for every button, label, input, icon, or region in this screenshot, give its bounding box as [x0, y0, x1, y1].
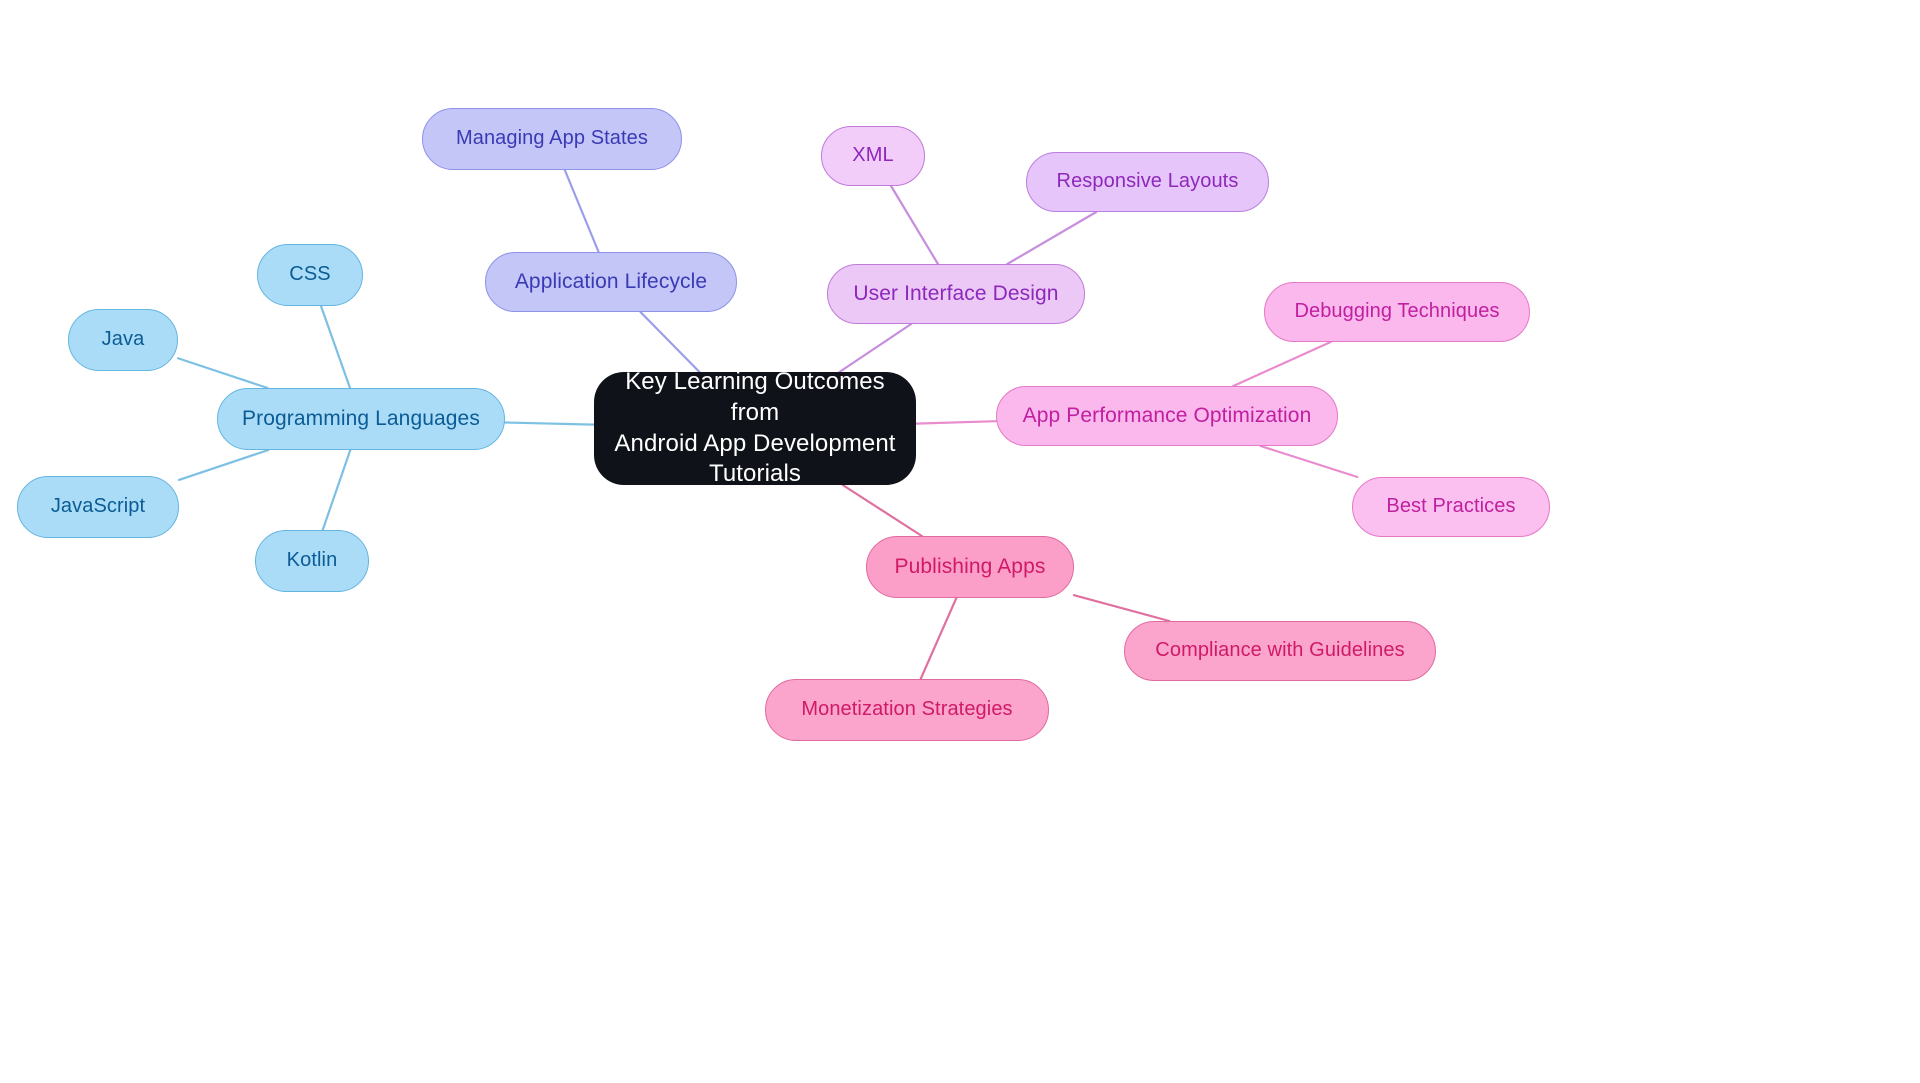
mindmap-edge [889, 184, 940, 266]
mindmap-leaf-responsive-layouts-label: Responsive Layouts [1056, 170, 1239, 193]
mindmap-edge [919, 596, 958, 681]
mindmap-edge [838, 322, 913, 374]
mindmap-branch-publishing-apps-label: Publishing Apps [894, 554, 1046, 578]
mindmap-leaf-xml[interactable]: XML [821, 126, 925, 186]
mindmap-branch-app-performance-optimization-label: App Performance Optimization [1022, 403, 1312, 427]
mindmap-leaf-javascript-label: JavaScript [50, 495, 146, 518]
mindmap-branch-programming-languages[interactable]: Programming Languages [217, 388, 505, 450]
mindmap-branch-app-performance-optimization[interactable]: App Performance Optimization [996, 386, 1338, 446]
mindmap-branch-application-lifecycle-label: Application Lifecycle [514, 269, 708, 293]
mindmap-edge [176, 357, 269, 390]
mindmap-edge [841, 483, 923, 538]
mindmap-edge [321, 448, 352, 532]
mindmap-branch-user-interface-design-label: User Interface Design [853, 281, 1059, 305]
mindmap-leaf-debugging-techniques[interactable]: Debugging Techniques [1264, 282, 1530, 342]
mindmap-leaf-managing-app-states[interactable]: Managing App States [422, 108, 682, 170]
mindmap-edge [1072, 594, 1171, 623]
mindmap-canvas: Key Learning Outcomes from Android App D… [0, 0, 1920, 1083]
mindmap-branch-application-lifecycle[interactable]: Application Lifecycle [485, 252, 737, 312]
mindmap-edge [563, 168, 600, 254]
mindmap-leaf-managing-app-states-label: Managing App States [455, 127, 649, 150]
mindmap-branch-publishing-apps[interactable]: Publishing Apps [866, 536, 1074, 598]
mindmap-leaf-compliance-with-guidelines[interactable]: Compliance with Guidelines [1124, 621, 1436, 681]
mindmap-leaf-best-practices[interactable]: Best Practices [1352, 477, 1550, 537]
mindmap-edge [1259, 444, 1359, 479]
mindmap-leaf-responsive-layouts[interactable]: Responsive Layouts [1026, 152, 1269, 212]
mindmap-leaf-compliance-with-guidelines-label: Compliance with Guidelines [1155, 639, 1405, 662]
mindmap-branch-programming-languages-label: Programming Languages [242, 406, 480, 430]
mindmap-leaf-java-label: Java [101, 328, 145, 351]
mindmap-edge [503, 421, 596, 426]
mindmap-leaf-css-label: CSS [289, 263, 331, 286]
mindmap-leaf-xml-label: XML [852, 144, 894, 167]
mindmap-leaf-monetization-strategies-label: Monetization Strategies [801, 698, 1013, 721]
mindmap-leaf-kotlin-label: Kotlin [286, 549, 338, 572]
mindmap-edge [914, 420, 998, 425]
mindmap-leaf-debugging-techniques-label: Debugging Techniques [1294, 300, 1500, 323]
mindmap-leaf-javascript[interactable]: JavaScript [17, 476, 179, 538]
mindmap-root-node[interactable]: Key Learning Outcomes from Android App D… [594, 368, 916, 487]
mindmap-root-node-label: Key Learning Outcomes from Android App D… [614, 368, 896, 488]
mindmap-leaf-monetization-strategies[interactable]: Monetization Strategies [765, 679, 1049, 741]
mindmap-leaf-java[interactable]: Java [68, 309, 178, 371]
mindmap-leaf-css[interactable]: CSS [257, 244, 363, 306]
mindmap-edge [319, 304, 352, 390]
mindmap-edge [177, 448, 270, 481]
mindmap-branch-user-interface-design[interactable]: User Interface Design [827, 264, 1085, 324]
mindmap-edge [1232, 340, 1332, 388]
mindmap-edge [1006, 210, 1098, 266]
mindmap-leaf-best-practices-label: Best Practices [1386, 495, 1516, 518]
mindmap-leaf-kotlin[interactable]: Kotlin [255, 530, 369, 592]
mindmap-edge [639, 310, 701, 374]
